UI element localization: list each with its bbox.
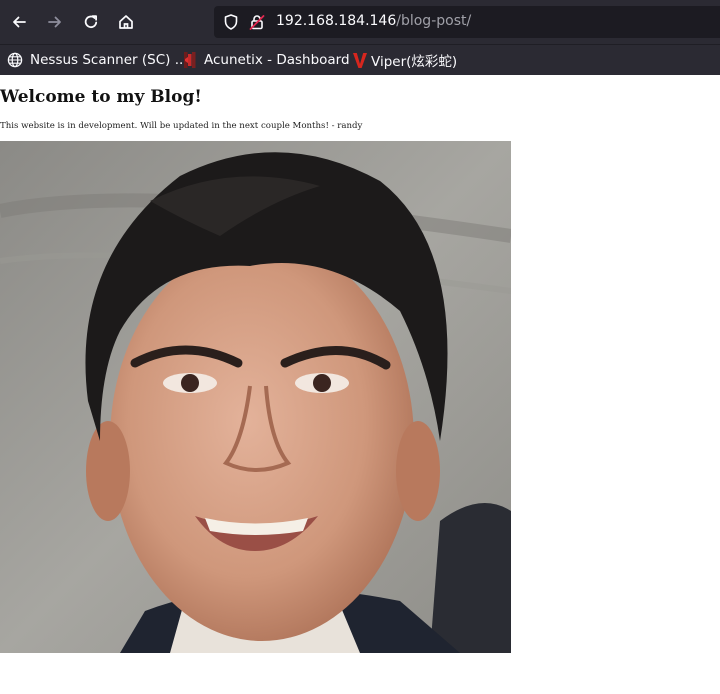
bookmark-label: Acunetix - Dashboard: [204, 52, 350, 68]
browser-chrome: 192.168.184.146/blog-post/ Nessus Scanne…: [0, 0, 720, 75]
bookmark-viper[interactable]: Viper(炫彩蛇): [352, 45, 457, 75]
acunetix-icon: [184, 52, 196, 68]
portrait-illustration: [0, 141, 511, 653]
bookmark-acunetix[interactable]: Acunetix - Dashboard: [182, 45, 350, 75]
url-path: /blog-post/: [396, 13, 472, 29]
viper-icon: [353, 53, 367, 68]
navigation-toolbar: 192.168.184.146/blog-post/: [0, 0, 720, 44]
shield-icon[interactable]: [222, 13, 240, 31]
bookmark-label: Nessus Scanner (SC) ...: [30, 52, 188, 68]
forward-button[interactable]: [41, 8, 69, 36]
home-button[interactable]: [112, 8, 140, 36]
globe-icon: [7, 52, 23, 68]
home-icon: [119, 15, 133, 29]
bookmark-nessus[interactable]: Nessus Scanner (SC) ...: [7, 45, 188, 75]
portrait-photo: [0, 141, 511, 653]
back-arrow-icon: [13, 16, 26, 28]
url-host: 192.168.184.146: [276, 13, 397, 29]
bookmarks-toolbar: Nessus Scanner (SC) ... Acunetix - Dashb…: [0, 44, 720, 75]
address-bar[interactable]: 192.168.184.146/blog-post/: [214, 6, 720, 38]
page-title: Welcome to my Blog!: [0, 87, 202, 107]
back-button[interactable]: [5, 8, 33, 36]
forward-arrow-icon: [48, 16, 61, 28]
page-content: Welcome to my Blog! This website is in d…: [0, 75, 720, 694]
reload-button[interactable]: [77, 8, 105, 36]
insecure-lock-icon[interactable]: [248, 13, 266, 31]
bookmark-label: Viper(炫彩蛇): [371, 54, 458, 70]
reload-icon: [84, 15, 98, 29]
url-text[interactable]: 192.168.184.146/blog-post/: [276, 13, 471, 29]
page-subtitle: This website is in development. Will be …: [0, 121, 363, 131]
